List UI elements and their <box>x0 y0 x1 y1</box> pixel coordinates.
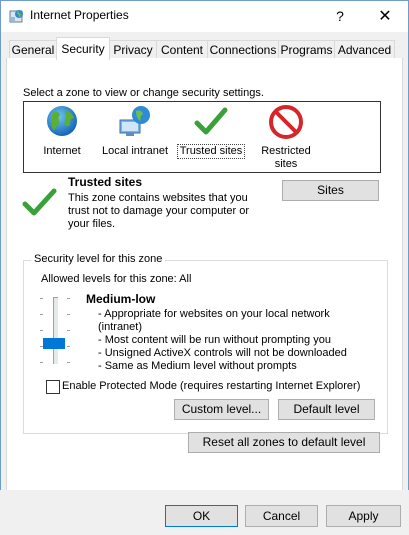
allowed-levels-label: Allowed levels for this zone: All <box>41 273 192 285</box>
close-button[interactable]: ✕ <box>362 0 408 32</box>
custom-level-button[interactable]: Custom level... <box>174 399 269 420</box>
globe-icon <box>47 106 77 136</box>
tab-programs[interactable]: Programs <box>278 40 335 59</box>
security-level-slider-track[interactable] <box>53 297 58 364</box>
tab-privacy[interactable]: Privacy <box>109 40 157 59</box>
tab-connections[interactable]: Connections <box>207 40 279 59</box>
zone-internet[interactable]: Internet <box>36 104 88 158</box>
zone-restricted-sites-label: Restricted sites <box>261 145 311 170</box>
default-level-button[interactable]: Default level <box>278 399 375 420</box>
protected-mode-checkbox[interactable] <box>46 380 60 394</box>
apply-button[interactable]: Apply <box>326 505 401 527</box>
zone-prompt: Select a zone to view or change security… <box>23 87 264 99</box>
zone-internet-label: Internet <box>43 145 81 157</box>
security-level-description-line: - Appropriate for websites on your local… <box>98 308 330 320</box>
slider-tick <box>40 362 43 363</box>
zone-list: Internet Local intranet Trusted sites Re… <box>23 101 381 173</box>
network-icon <box>119 106 150 136</box>
ok-button[interactable]: OK <box>165 505 238 527</box>
zone-description-line: your files. <box>68 218 116 230</box>
slider-tick <box>67 362 70 363</box>
slider-tick <box>67 314 70 315</box>
cancel-button[interactable]: Cancel <box>245 505 318 527</box>
tab-general[interactable]: General <box>9 40 57 59</box>
slider-tick <box>67 346 70 347</box>
checkmark-icon <box>194 107 228 135</box>
zone-trusted-sites[interactable]: Trusted sites <box>177 104 245 159</box>
zone-description-line: trust not to damage your computer or <box>68 205 249 217</box>
help-button[interactable]: ? <box>317 0 363 32</box>
security-level-description-line: - Same as Medium level without prompts <box>98 360 297 372</box>
internet-properties-icon <box>9 10 23 23</box>
window-title: Internet Properties <box>30 8 129 22</box>
security-level-group-title: Security level for this zone <box>31 253 166 265</box>
security-level-description-line: (intranet) <box>98 321 143 333</box>
security-level-description-line: - Most content will be run without promp… <box>98 334 331 346</box>
zone-restricted-sites[interactable]: Restricted sites <box>254 104 318 171</box>
zone-description-line: This zone contains websites that you <box>68 192 248 204</box>
title-bar: Internet Properties ? ✕ <box>0 0 409 32</box>
zone-trusted-sites-label: Trusted sites <box>177 144 245 159</box>
security-level-slider-thumb[interactable] <box>43 338 65 349</box>
tab-advanced[interactable]: Advanced <box>334 40 395 59</box>
slider-tick <box>40 298 43 299</box>
tab-content[interactable]: Content <box>156 40 208 59</box>
trusted-sites-checkmark-icon <box>22 188 57 216</box>
no-entry-icon <box>269 105 303 139</box>
slider-tick <box>67 298 70 299</box>
zone-title: Trusted sites <box>68 175 143 189</box>
protected-mode-label[interactable]: Enable Protected Mode (requires restarti… <box>62 380 360 392</box>
slider-tick <box>67 330 70 331</box>
zone-local-intranet[interactable]: Local intranet <box>100 104 170 158</box>
tab-security[interactable]: Security <box>56 37 110 60</box>
slider-tick <box>40 330 43 331</box>
sites-button[interactable]: Sites <box>282 180 379 201</box>
security-level-name: Medium-low <box>86 292 156 306</box>
slider-tick <box>40 314 43 315</box>
zone-local-intranet-label: Local intranet <box>101 145 169 157</box>
reset-all-zones-button[interactable]: Reset all zones to default level <box>188 432 380 453</box>
security-level-description-line: - Unsigned ActiveX controls will not be … <box>98 347 347 359</box>
